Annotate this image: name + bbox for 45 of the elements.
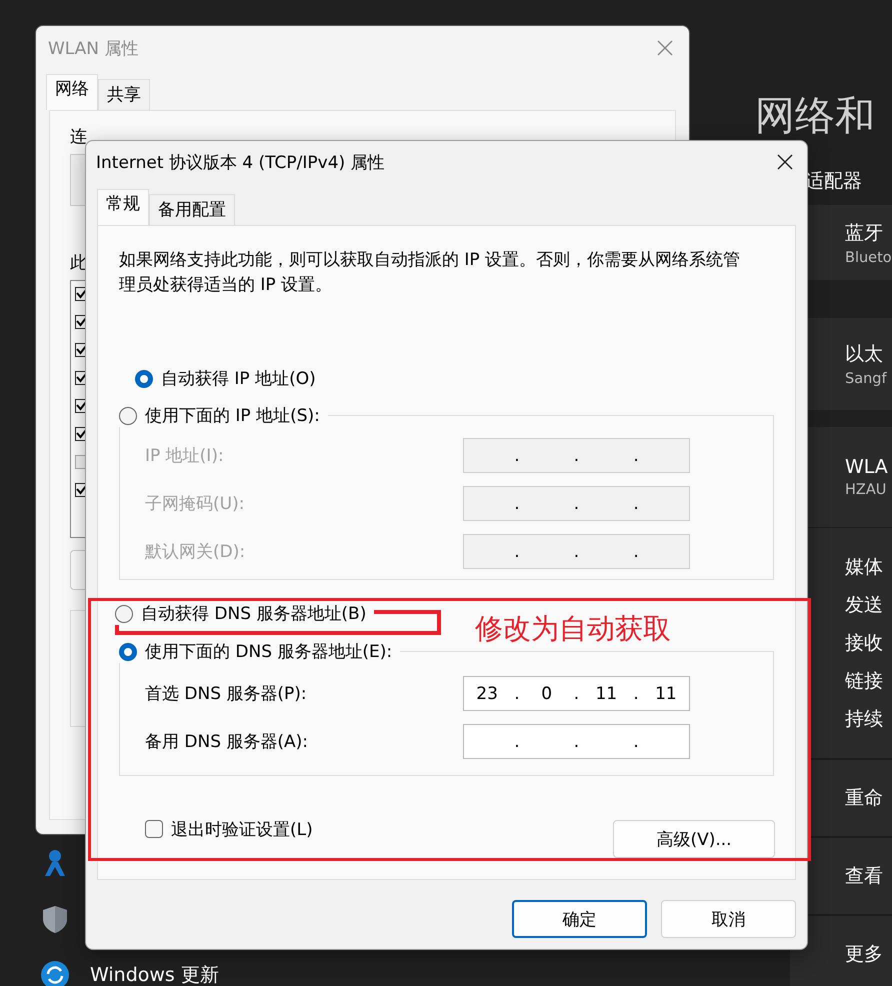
radio-button[interactable] [119,406,137,424]
property-label: 链接 [845,669,884,694]
annotation-note: 修改为自动获取 [475,611,671,647]
close-icon[interactable] [777,154,793,170]
ip-address-field[interactable]: . . . [463,724,690,759]
ip-address-field[interactable]: 23 . 0 . 11 . 11 [463,676,690,711]
tab[interactable]: 共享 [98,79,150,110]
adapter-detail: Blueto [845,250,892,266]
action-row[interactable]: 更多 [790,916,892,986]
field-label: 首选 DNS 服务器(P): [145,683,308,705]
window-title: WLAN 属性 [48,38,138,60]
radio-label[interactable]: 使用下面的 IP 地址(S): [145,404,320,427]
field-label: 连 [70,126,87,148]
adapter-name: 蓝牙 [845,220,884,246]
update-icon[interactable] [40,960,70,986]
field-label: IP 地址(I): [145,445,225,467]
radio-label[interactable]: 使用下面的 DNS 服务器地址(E): [145,640,392,663]
radio-label[interactable]: 自动获得 IP 地址(O) [161,367,316,390]
field-label: 默认网关(D): [145,541,246,563]
dialog-title: Internet 协议版本 4 (TCP/IPv4) 属性 [96,152,385,174]
radio-button[interactable] [119,642,137,660]
adapter-detail: HZAU [845,482,888,498]
tab[interactable]: 网络 [46,74,98,110]
radio-button[interactable] [115,604,133,622]
field-label: 子网掩码(U): [145,493,246,515]
cancel-button[interactable]: 取消 [661,900,796,938]
tab[interactable]: 备用配置 [149,194,235,225]
property-label: 发送 [845,593,884,618]
adapter-detail: Sangf [845,371,888,387]
field-label: 备用 DNS 服务器(A): [145,731,310,753]
advanced-button[interactable]: 高级(V)... [613,820,775,858]
checkbox-label[interactable]: 退出时验证设置(L) [171,818,313,840]
property-label: 媒体 [845,555,884,580]
tab[interactable]: 常规 [97,189,149,225]
ok-button[interactable]: 确定 [512,900,647,938]
adapter-name: 以太 [845,342,884,367]
page-title: 网络和 [755,92,875,141]
adapter-name: WLA [845,456,889,478]
shield-icon[interactable] [40,904,70,934]
property-label: 接收 [845,631,884,656]
radio-button[interactable] [135,370,153,388]
checkbox[interactable] [145,820,163,838]
description-text: 如果网络支持此功能，则可以获取自动指派的 IP 设置。否则，你需要从网络系统管理员处获得适当的 IP 设置。 [119,249,742,297]
nav-label[interactable]: Windows 更新 [90,962,219,986]
property-label: 持续 [845,707,884,732]
